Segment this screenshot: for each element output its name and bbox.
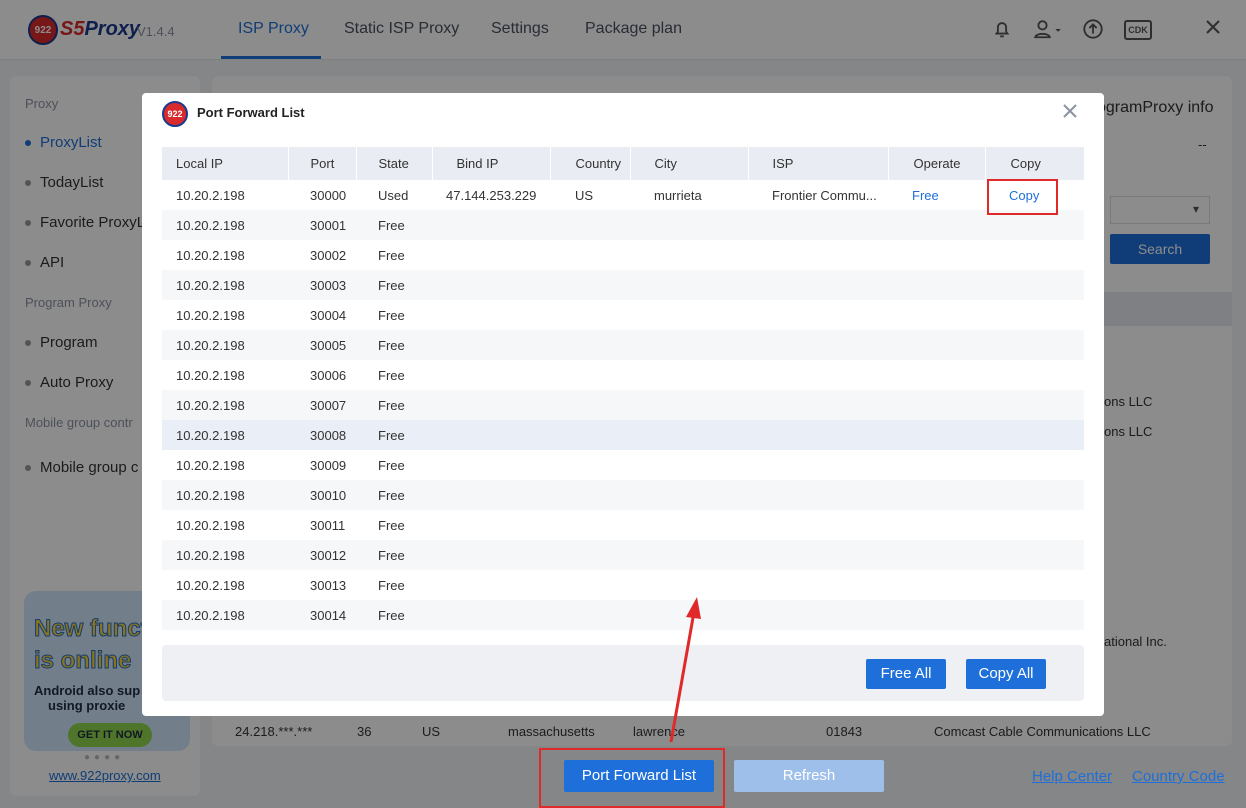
cell-state: Free [356, 390, 432, 420]
cell-port: 30001 [288, 210, 356, 240]
cell-local-ip: 10.20.2.198 [176, 517, 245, 533]
cell-port: 30005 [288, 330, 356, 360]
column-header: Local IP [162, 147, 289, 180]
table-row: 10.20.2.198 30014 Free [162, 600, 1084, 630]
cell-local-ip: 10.20.2.198 [176, 187, 245, 203]
cell-port: 30000 [310, 187, 347, 203]
cell-port: 30006 [310, 367, 347, 383]
table-row: 10.20.2.198 30010 Free [162, 480, 1084, 510]
cell-state: Free [378, 247, 405, 263]
cell-local-ip: 10.20.2.198 [176, 577, 245, 593]
table-header-row: Local IP Port State Bind IP Country City… [162, 147, 1084, 180]
column-header: Country [550, 147, 631, 180]
cell-local-ip: 10.20.2.198 [162, 210, 288, 240]
table-row: 10.20.2.198 30011 Free [162, 510, 1084, 540]
country-code-link[interactable]: Country Code [1132, 768, 1225, 785]
refresh-button[interactable]: Refresh [734, 760, 884, 792]
table-row: 10.20.2.198 30004 Free [162, 300, 1084, 330]
cell-bind-ip: 47.144.253.229 [446, 187, 537, 203]
cell-port: 30002 [310, 247, 347, 263]
cell-port: 30014 [288, 600, 356, 630]
cell-port: 30013 [310, 577, 347, 593]
cell-local-ip: 10.20.2.198 [162, 540, 288, 570]
table-row: 10.20.2.198 30000 Used 47.144.253.229 US… [162, 180, 1084, 210]
cell-state: Free [378, 457, 405, 473]
cell-local-ip: 10.20.2.198 [162, 480, 288, 510]
column-header: Port [288, 147, 357, 180]
cell-state: Free [378, 307, 405, 323]
cell-state: Free [378, 517, 405, 533]
table-row: 10.20.2.198 30005 Free [162, 330, 1084, 360]
cell-local-ip: 10.20.2.198 [176, 457, 245, 473]
cell-local-ip: 10.20.2.198 [162, 270, 288, 300]
cell-state: Free [378, 577, 405, 593]
table-row: 10.20.2.198 30006 Free [162, 360, 1084, 390]
cell-port: 30011 [310, 517, 346, 533]
cell-state: Free [356, 600, 432, 630]
free-all-button[interactable]: Free All [866, 659, 946, 689]
column-header: Operate [888, 147, 986, 180]
modal-logo-icon: 922 [162, 101, 188, 127]
cell-country: US [575, 187, 594, 203]
cell-city: murrieta [654, 187, 702, 203]
cell-local-ip: 10.20.2.198 [176, 307, 245, 323]
cell-port: 30012 [288, 540, 356, 570]
table-row: 10.20.2.198 30009 Free [162, 450, 1084, 480]
table-row: 10.20.2.198 30003 Free [162, 270, 1084, 300]
table-row: 10.20.2.198 30012 Free [162, 540, 1084, 570]
cell-port: 30003 [288, 270, 356, 300]
port-forward-table: Local IP Port State Bind IP Country City… [162, 147, 1084, 631]
copy-highlight-box [987, 179, 1058, 215]
table-row: 10.20.2.198 30001 Free [162, 210, 1084, 240]
cell-local-ip: 10.20.2.198 [162, 420, 288, 450]
cell-state: Free [356, 420, 432, 450]
cell-isp: Frontier Commu... [772, 187, 877, 203]
cell-port: 30007 [288, 390, 356, 420]
table-row: 10.20.2.198 30008 Free [162, 420, 1084, 450]
cell-port: 30010 [288, 480, 356, 510]
cell-port: 30008 [288, 420, 356, 450]
help-center-link[interactable]: Help Center [1032, 768, 1112, 785]
cell-local-ip: 10.20.2.198 [176, 367, 245, 383]
cell-state: Free [356, 270, 432, 300]
column-header: Copy [985, 147, 1084, 180]
cell-state: Used [378, 187, 409, 203]
cell-local-ip: 10.20.2.198 [176, 247, 245, 263]
cell-state: Free [356, 210, 432, 240]
cell-state: Free [356, 330, 432, 360]
cell-state: Free [356, 540, 432, 570]
port-forward-list-dialog: 922 Port Forward List Local IP Port Stat… [142, 93, 1104, 716]
cell-local-ip: 10.20.2.198 [162, 600, 288, 630]
copy-all-button[interactable]: Copy All [966, 659, 1046, 689]
modal-title: Port Forward List [197, 105, 305, 120]
column-header: ISP [748, 147, 889, 180]
column-header: Bind IP [432, 147, 551, 180]
column-header: State [356, 147, 433, 180]
column-header: City [630, 147, 749, 180]
table-row: 10.20.2.198 30002 Free [162, 240, 1084, 270]
port-forward-highlight-box [539, 748, 725, 808]
cell-state: Free [356, 480, 432, 510]
cell-state: Free [378, 367, 405, 383]
table-row: 10.20.2.198 30013 Free [162, 570, 1084, 600]
cell-local-ip: 10.20.2.198 [162, 330, 288, 360]
cell-port: 30004 [310, 307, 347, 323]
table-row: 10.20.2.198 30007 Free [162, 390, 1084, 420]
free-port-button[interactable]: Free [888, 180, 985, 210]
cell-port: 30009 [310, 457, 347, 473]
close-icon[interactable] [1062, 100, 1078, 124]
modal-footer: Free All Copy All [162, 645, 1084, 701]
cell-local-ip: 10.20.2.198 [162, 390, 288, 420]
